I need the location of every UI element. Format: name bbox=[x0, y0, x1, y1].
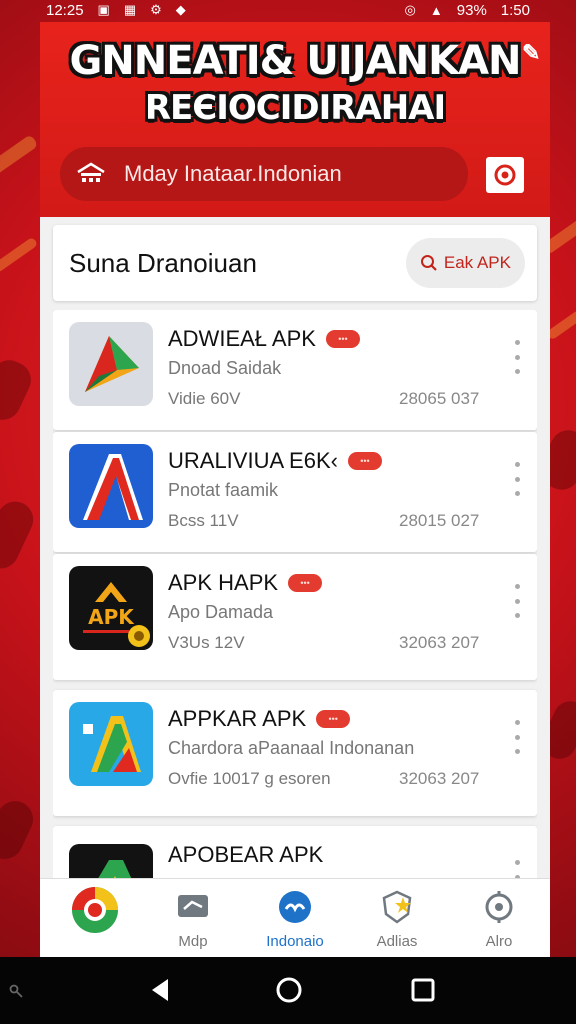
message-icon bbox=[178, 895, 208, 917]
bird-icon bbox=[279, 891, 311, 923]
more-options-icon[interactable] bbox=[509, 720, 525, 754]
wifi-icon: ◆ bbox=[175, 2, 186, 17]
status-clock: 1:50 bbox=[500, 1, 530, 19]
app-version: V3Us 12V bbox=[168, 633, 245, 652]
section-title: Suna Dranoiuan bbox=[69, 247, 257, 278]
nav-home[interactable] bbox=[40, 879, 142, 957]
target-icon bbox=[494, 164, 516, 186]
nav-mdp[interactable]: Mdp bbox=[142, 879, 244, 957]
app-name: URALIVIUA E6K‹ bbox=[168, 448, 338, 473]
app-title-line1: GNNEATI& UIJANKAN bbox=[69, 38, 521, 84]
status-badge: ••• bbox=[325, 330, 360, 348]
nav-indonaio[interactable]: Indonaio bbox=[244, 879, 346, 957]
key-icon bbox=[9, 984, 23, 998]
back-icon[interactable] bbox=[146, 975, 176, 1005]
more-options-icon[interactable] bbox=[509, 462, 525, 496]
gallery-icon: ▦ bbox=[123, 2, 137, 17]
shield-star-icon bbox=[382, 890, 412, 924]
search-icon bbox=[420, 255, 437, 271]
nav-label: Adlias bbox=[376, 933, 418, 950]
app-name: APK HAPK bbox=[168, 570, 279, 595]
status-bar: 12:25 ▣ ▦ ⚙ ◆ ◎ ▲ 93% 1:50 bbox=[0, 0, 576, 20]
nav-label: Mdp bbox=[178, 933, 208, 950]
background-shape bbox=[0, 795, 39, 865]
app-title-line2: REЄIOCIDIRAHAI bbox=[144, 88, 446, 128]
status-badge: ••• bbox=[288, 574, 323, 592]
background-streak bbox=[0, 236, 39, 274]
section-header: Suna Dranoiuan Eak APK bbox=[53, 225, 537, 301]
background-shape bbox=[0, 495, 40, 575]
list-item[interactable]: APK APK HAPK ••• Apo Damada V3Us 12V 320… bbox=[53, 554, 537, 680]
nav-adlias[interactable]: Adlias bbox=[346, 879, 448, 957]
app-window: GNNEATI& UIJANKAN REЄIOCIDIRAHAI ✎ Mday … bbox=[40, 22, 550, 957]
app-version: Ovfie 10017 g esoren bbox=[168, 769, 331, 788]
app-name: ADWIEAŁ APK bbox=[168, 326, 316, 351]
app-version: Bcss 11V bbox=[168, 511, 239, 530]
app-subtitle: Dnoad Saidak bbox=[168, 358, 282, 378]
search-bar[interactable]: Mday Inataar.Indonian bbox=[60, 147, 468, 201]
app-date: 28065 037 bbox=[399, 389, 480, 408]
edit-icon[interactable]: ✎ bbox=[522, 40, 544, 74]
nav-alro[interactable]: Alro bbox=[448, 879, 550, 957]
app-date: 28015 027 bbox=[399, 511, 480, 530]
notification-icon: ▣ bbox=[97, 2, 110, 17]
system-nav-bar bbox=[0, 957, 576, 1024]
app-icon-play bbox=[69, 322, 153, 406]
list-item[interactable]: URALIVIUA E6K‹ ••• Pnotat faamik Bcss 11… bbox=[53, 432, 537, 552]
app-list: ADWIEAŁ APK ••• Dnoad Saidak Vidie 60V 2… bbox=[53, 310, 537, 950]
app-date: 32063 207 bbox=[399, 633, 480, 652]
settings-icon bbox=[485, 891, 513, 923]
app-name: APOBEAR APK bbox=[168, 842, 324, 867]
nav-label: Alro bbox=[485, 933, 513, 950]
recents-icon[interactable] bbox=[408, 975, 438, 1005]
alarm-icon: ◎ bbox=[404, 2, 416, 17]
search-text: Mday Inataar.Indonian bbox=[124, 161, 342, 186]
background-streak bbox=[0, 134, 39, 180]
more-options-icon[interactable] bbox=[509, 584, 525, 618]
app-icon-appstore bbox=[69, 702, 153, 786]
app-name: APPKAR APK bbox=[168, 706, 307, 731]
app-icon-a bbox=[69, 444, 153, 528]
app-subtitle: Apo Damada bbox=[168, 602, 274, 622]
home-icon[interactable] bbox=[274, 975, 304, 1005]
background-streak bbox=[545, 309, 576, 341]
battery-level: 93% bbox=[456, 1, 487, 19]
usb-icon: ⚙ bbox=[150, 2, 162, 17]
status-time: 12:25 bbox=[46, 1, 84, 19]
app-header: GNNEATI& UIJANKAN REЄIOCIDIRAHAI ✎ Mday … bbox=[40, 22, 550, 217]
search-apk-label: Eak APK bbox=[443, 253, 511, 272]
search-apk-button[interactable]: Eak APK bbox=[405, 238, 525, 288]
home-logo-icon bbox=[72, 887, 118, 933]
app-subtitle: Chardora aPaanaal Indonanan bbox=[168, 738, 415, 758]
app-subtitle: Pnotat faamik bbox=[168, 480, 279, 500]
signal-icon: ▲ bbox=[429, 2, 443, 18]
background-shape bbox=[0, 354, 37, 426]
bottom-nav: Mdp Indonaio Adlias Alro bbox=[40, 878, 550, 957]
app-version: Vidie 60V bbox=[168, 389, 241, 408]
status-badge: ••• bbox=[347, 452, 382, 470]
svg-text:APK: APK bbox=[88, 605, 135, 629]
list-item[interactable]: APPKAR APK ••• Chardora aPaanaal Indonan… bbox=[53, 690, 537, 816]
list-item[interactable]: ADWIEAŁ APK ••• Dnoad Saidak Vidie 60V 2… bbox=[53, 310, 537, 430]
app-icon-apk: APK bbox=[69, 566, 153, 650]
status-badge: ••• bbox=[316, 710, 351, 728]
more-options-icon[interactable] bbox=[509, 340, 525, 374]
store-icon bbox=[77, 162, 105, 182]
location-button[interactable] bbox=[486, 157, 524, 193]
nav-label: Indonaio bbox=[266, 933, 324, 950]
app-date: 32063 207 bbox=[399, 769, 480, 788]
